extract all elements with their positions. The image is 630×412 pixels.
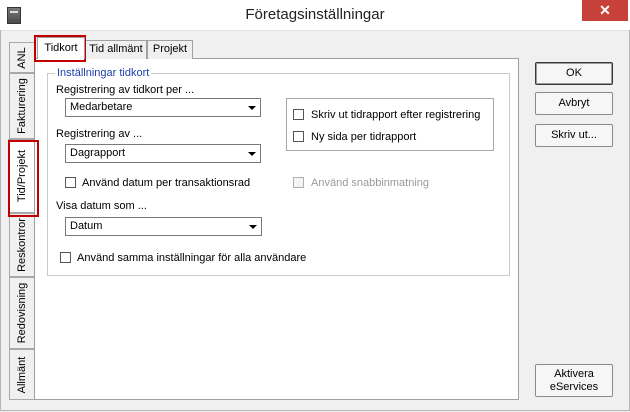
tab-projekt[interactable]: Projekt xyxy=(147,40,193,59)
tab-tidkort[interactable]: Tidkort xyxy=(37,37,85,59)
chevron-down-icon[interactable] xyxy=(245,219,260,234)
print-report-checkbox[interactable] xyxy=(293,109,304,120)
side-tab-reskontror[interactable]: Reskontror xyxy=(9,213,34,277)
show-date-label: Visa datum som ... xyxy=(56,200,147,212)
use-date-label: Använd datum per transaktionsrad xyxy=(82,177,251,189)
reg-av-select[interactable]: Dagrapport xyxy=(65,144,261,163)
side-tab-strip: ANL Fakturering Tid/Projekt Reskontror R… xyxy=(8,42,35,400)
reg-per-select[interactable]: Medarbetare xyxy=(65,98,261,117)
reg-av-value: Dagrapport xyxy=(70,147,126,159)
cancel-button[interactable]: Avbryt xyxy=(535,92,613,115)
side-tab-fakturering[interactable]: Fakturering xyxy=(9,73,34,139)
close-button[interactable]: ✕ xyxy=(582,0,628,21)
print-report-label: Skriv ut tidrapport efter registrering xyxy=(311,109,481,121)
reg-per-label: Registrering av tidkort per ... xyxy=(56,84,195,96)
quick-input-checkbox[interactable] xyxy=(293,177,304,188)
tab-tid-allmant[interactable]: Tid allmänt xyxy=(85,40,147,59)
group-legend: Inställningar tidkort xyxy=(55,67,152,79)
show-date-value: Datum xyxy=(70,220,103,232)
use-date-checkbox[interactable] xyxy=(65,177,76,188)
print-options-box xyxy=(286,98,494,151)
activate-eservices-button[interactable]: Aktivera eServices xyxy=(535,364,613,397)
side-tab-allmant[interactable]: Allmänt xyxy=(9,349,34,400)
print-button[interactable]: Skriv ut... xyxy=(535,124,613,147)
show-date-select[interactable]: Datum xyxy=(65,217,262,236)
eservices-line-2: eServices xyxy=(549,381,599,393)
quick-input-label: Använd snabbinmatning xyxy=(311,177,430,189)
same-settings-label: Använd samma inställningar för alla anvä… xyxy=(77,252,307,264)
title-bar: Företagsinställningar ✕ xyxy=(0,0,630,31)
same-settings-checkbox[interactable] xyxy=(60,252,71,263)
reg-av-label: Registrering av ... xyxy=(56,128,143,140)
window-title: Företagsinställningar xyxy=(245,6,385,23)
reg-per-value: Medarbetare xyxy=(70,101,133,113)
eservices-line-1: Aktivera xyxy=(554,368,594,380)
chevron-down-icon[interactable] xyxy=(244,146,259,161)
side-tab-tid-projekt[interactable]: Tid/Projekt xyxy=(8,139,35,213)
side-tab-anl[interactable]: ANL xyxy=(9,42,34,73)
new-page-checkbox[interactable] xyxy=(293,131,304,142)
chevron-down-icon[interactable] xyxy=(244,100,259,115)
ok-button[interactable]: OK xyxy=(535,62,613,85)
new-page-label: Ny sida per tidrapport xyxy=(311,131,417,143)
side-tab-redovisning[interactable]: Redovisning xyxy=(9,277,34,349)
